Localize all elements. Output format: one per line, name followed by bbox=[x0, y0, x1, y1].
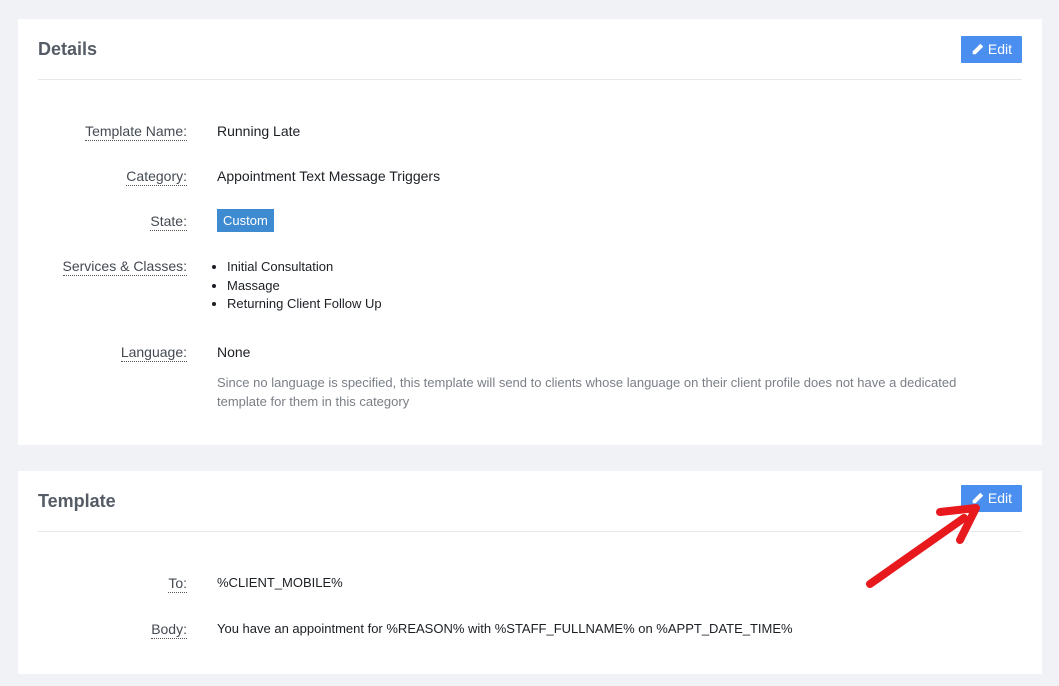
details-title: Details bbox=[38, 39, 98, 59]
template-header: Template Edit bbox=[38, 471, 1022, 532]
to-value: %CLIENT_MOBILE% bbox=[217, 575, 343, 590]
state-label: State: bbox=[150, 213, 187, 231]
template-name-value: Running Late bbox=[217, 123, 301, 139]
to-label: To: bbox=[168, 575, 187, 593]
list-item: Initial Consultation bbox=[227, 258, 382, 277]
state-badge: Custom bbox=[217, 209, 274, 232]
body-value: You have an appointment for %REASON% wit… bbox=[217, 621, 793, 636]
template-title: Template bbox=[38, 491, 116, 511]
list-item: Massage bbox=[227, 277, 382, 296]
list-item: Returning Client Follow Up bbox=[227, 295, 382, 314]
category-value: Appointment Text Message Triggers bbox=[217, 168, 441, 184]
language-value: None bbox=[217, 344, 251, 360]
template-name-label: Template Name: bbox=[85, 123, 187, 141]
details-panel: Details Edit Template Name: Running Late… bbox=[18, 19, 1042, 445]
category-label: Category: bbox=[126, 168, 187, 186]
details-edit-label: Edit bbox=[987, 41, 1012, 57]
details-edit-button[interactable]: Edit bbox=[960, 36, 1022, 63]
pencil-icon bbox=[972, 492, 984, 504]
body-label: Body: bbox=[151, 621, 187, 639]
services-list: Initial Consultation Massage Returning C… bbox=[217, 258, 382, 314]
pencil-icon bbox=[972, 43, 984, 55]
services-label: Services & Classes: bbox=[62, 258, 187, 276]
template-edit-label: Edit bbox=[987, 490, 1012, 506]
template-edit-button[interactable]: Edit bbox=[960, 485, 1022, 512]
language-note: Since no language is specified, this tem… bbox=[217, 375, 957, 409]
details-header: Details Edit bbox=[38, 19, 1022, 80]
language-label: Language: bbox=[120, 344, 187, 362]
template-panel: Template Edit To: %CLIENT_MOBILE% Body: … bbox=[18, 471, 1042, 674]
